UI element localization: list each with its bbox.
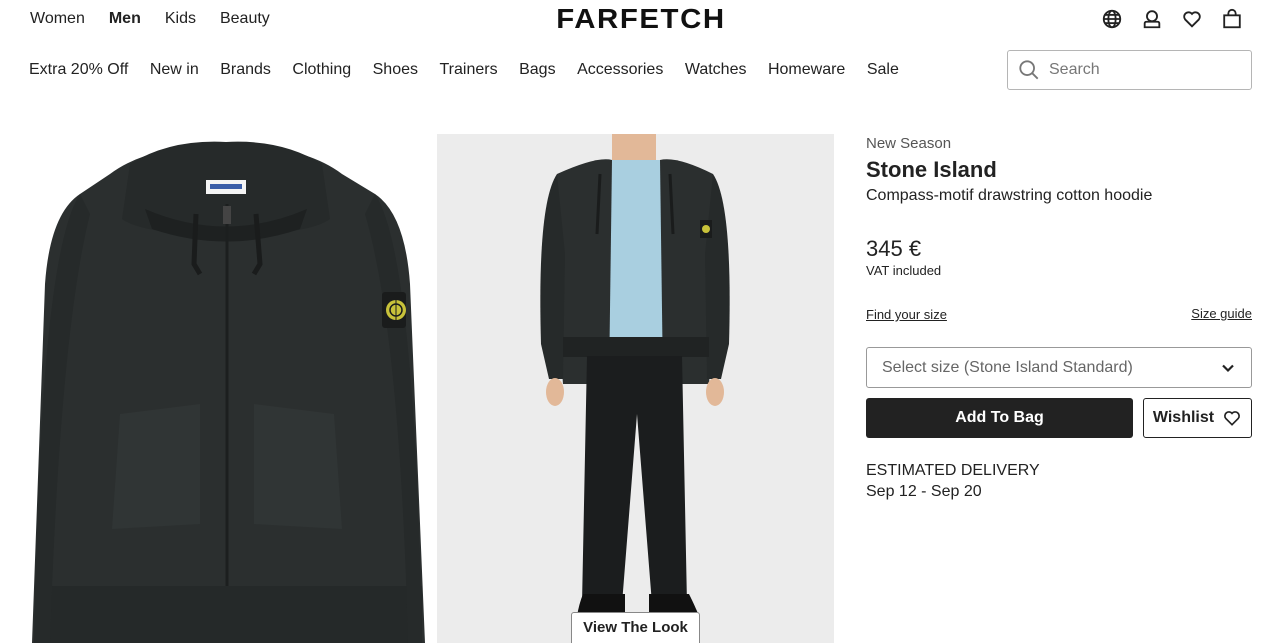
delivery-dates: Sep 12 - Sep 20 bbox=[866, 483, 982, 500]
vat-note: VAT included bbox=[866, 263, 942, 278]
heart-icon[interactable] bbox=[1180, 7, 1204, 31]
cat-extra-off[interactable]: Extra 20% Off bbox=[29, 60, 128, 80]
heart-icon bbox=[1224, 411, 1241, 426]
cat-bags[interactable]: Bags bbox=[519, 60, 555, 80]
department-nav: Women Men Kids Beauty bbox=[30, 8, 270, 30]
find-your-size-link[interactable]: Find your size bbox=[866, 307, 947, 322]
size-select[interactable]: Select size (Stone Island Standard) bbox=[866, 347, 1252, 388]
cat-trainers[interactable]: Trainers bbox=[440, 60, 498, 80]
category-nav: Extra 20% Off New in Brands Clothing Sho… bbox=[29, 60, 899, 80]
chevron-down-icon bbox=[1222, 364, 1234, 372]
dept-men[interactable]: Men bbox=[109, 8, 141, 30]
product-price: 345 € bbox=[866, 236, 922, 261]
cat-new-in[interactable]: New in bbox=[150, 60, 199, 80]
estimated-delivery: ESTIMATED DELIVERY Sep 12 - Sep 20 bbox=[866, 462, 1040, 502]
delivery-label: ESTIMATED DELIVERY bbox=[866, 462, 1040, 479]
search-icon bbox=[1019, 60, 1039, 80]
size-guide-link[interactable]: Size guide bbox=[1191, 306, 1252, 321]
product-description: Compass-motif drawstring cotton hoodie bbox=[866, 187, 1153, 204]
cat-clothing[interactable]: Clothing bbox=[292, 60, 351, 80]
product-info: New Season Stone Island Compass-motif dr… bbox=[866, 134, 1252, 322]
farfetch-logo[interactable]: FARFETCH bbox=[543, 4, 738, 34]
wishlist-label: Wishlist bbox=[1152, 409, 1215, 426]
search-box[interactable] bbox=[1007, 50, 1252, 90]
cat-watches[interactable]: Watches bbox=[685, 60, 747, 80]
model-wearing-hoodie-image[interactable] bbox=[437, 134, 834, 643]
brand-name[interactable]: Stone Island bbox=[866, 156, 1252, 184]
dept-beauty[interactable]: Beauty bbox=[220, 8, 270, 30]
cat-shoes[interactable]: Shoes bbox=[373, 60, 418, 80]
hoodie-front-image[interactable] bbox=[20, 134, 430, 643]
add-to-bag-button[interactable]: Add To Bag bbox=[866, 398, 1133, 438]
account-icon[interactable] bbox=[1140, 7, 1164, 31]
bag-icon[interactable] bbox=[1220, 7, 1244, 31]
season-label: New Season bbox=[866, 135, 952, 152]
view-the-look-button[interactable]: View The Look bbox=[571, 612, 700, 643]
search-input[interactable] bbox=[1049, 61, 1229, 79]
cat-brands[interactable]: Brands bbox=[220, 60, 271, 80]
utility-icons bbox=[1100, 7, 1244, 31]
dept-women[interactable]: Women bbox=[30, 8, 85, 30]
wishlist-button[interactable]: Wishlist bbox=[1143, 398, 1252, 438]
globe-icon[interactable] bbox=[1100, 7, 1124, 31]
size-select-placeholder: Select size (Stone Island Standard) bbox=[882, 358, 1133, 376]
cat-sale[interactable]: Sale bbox=[867, 60, 899, 80]
cat-homeware[interactable]: Homeware bbox=[768, 60, 845, 80]
cat-accessories[interactable]: Accessories bbox=[577, 60, 663, 80]
dept-kids[interactable]: Kids bbox=[165, 8, 196, 30]
